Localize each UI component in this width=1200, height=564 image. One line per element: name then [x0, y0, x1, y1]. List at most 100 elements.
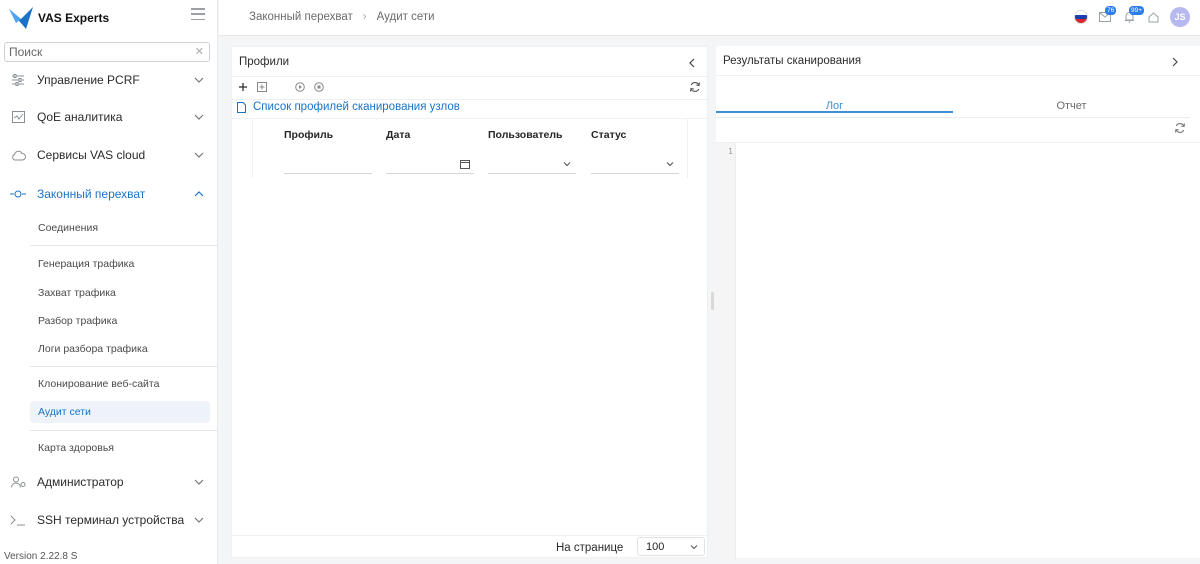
- stop-icon[interactable]: [312, 80, 326, 94]
- log-editor[interactable]: 1: [716, 142, 1200, 559]
- breadcrumb-separator-icon: ›: [362, 11, 367, 23]
- column-header-profile[interactable]: Профиль: [284, 129, 333, 141]
- version-label: Version 2.22.8 S: [4, 551, 78, 562]
- panel-resize-handle[interactable]: [711, 292, 714, 310]
- chevron-down-icon: [194, 77, 204, 83]
- sidebar-subitem-health-map[interactable]: Карта здоровья: [30, 437, 210, 459]
- refresh-icon[interactable]: [1174, 122, 1186, 134]
- active-tab-indicator: [716, 111, 953, 113]
- status-filter-select[interactable]: [591, 156, 679, 174]
- column-header-date[interactable]: Дата: [386, 129, 410, 141]
- hamburger-menu-icon[interactable]: [191, 8, 205, 20]
- logo-icon: [9, 7, 33, 29]
- breadcrumb-current: Аудит сети: [376, 11, 435, 23]
- admin-icon: [10, 474, 26, 490]
- header-actions: 76 99+ JS: [1074, 6, 1190, 27]
- editor-gutter: 1: [716, 143, 736, 559]
- column-header-user[interactable]: Пользователь: [488, 129, 562, 141]
- notifications-badge: 99+: [1129, 6, 1145, 15]
- panel-divider: [232, 76, 709, 77]
- play-icon[interactable]: [293, 80, 307, 94]
- chevron-down-icon: [666, 162, 674, 167]
- profiles-panel-title: Профили: [239, 56, 290, 68]
- chevron-down-icon: [194, 517, 204, 523]
- chevron-up-icon: [194, 191, 204, 197]
- sidebar-subitem-network-audit[interactable]: Аудит сети: [30, 401, 210, 423]
- scan-profiles-list-link[interactable]: Список профилей сканирования узлов: [237, 101, 460, 113]
- sidebar-item-label: SSH терминал устройства: [37, 513, 185, 527]
- sidebar-item-label: QoE аналитика: [37, 110, 123, 124]
- home-icon[interactable]: [1146, 10, 1160, 24]
- sidebar-subitem-traffic-parsing[interactable]: Разбор трафика: [30, 310, 210, 332]
- per-page-select[interactable]: 100: [637, 537, 705, 556]
- language-flag-icon[interactable]: [1074, 10, 1088, 24]
- sidebar-item-ssh-terminal[interactable]: SSH терминал устройства: [0, 502, 218, 538]
- add-icon[interactable]: [236, 80, 250, 94]
- user-filter-select[interactable]: [488, 156, 576, 174]
- results-tabs: Лог Отчет: [716, 98, 1190, 118]
- sidebar-item-pcrf[interactable]: Управление PCRF: [0, 62, 218, 98]
- sidebar-subitem-traffic-generation[interactable]: Генерация трафика: [30, 253, 210, 275]
- tab-report-label: Отчет: [1056, 100, 1087, 112]
- collapse-left-icon[interactable]: [687, 58, 697, 68]
- sidebar-item-label: Сервисы VAS cloud: [37, 148, 146, 162]
- sidebar-divider: [30, 366, 218, 367]
- chevron-down-icon: [194, 479, 204, 485]
- line-number: 1: [728, 147, 733, 156]
- sidebar-item-administrator[interactable]: Администратор: [0, 464, 218, 500]
- clear-search-icon[interactable]: ✕: [195, 45, 204, 58]
- expand-right-icon[interactable]: [1170, 57, 1180, 67]
- chevron-down-icon: [194, 114, 204, 120]
- column-header-status[interactable]: Статус: [591, 129, 626, 141]
- sliders-icon: [10, 72, 26, 88]
- per-page-value: 100: [646, 540, 665, 553]
- search-input[interactable]: [9, 45, 189, 59]
- profiles-panel: Профили Список профилей сканирования узл…: [231, 46, 709, 558]
- search-box: ✕: [4, 42, 210, 62]
- sidebar-item-label: Администратор: [37, 475, 124, 489]
- scan-results-title: Результаты сканирования: [723, 55, 862, 67]
- date-filter-input[interactable]: [386, 156, 474, 174]
- scan-results-panel: Результаты сканирования Лог Отчет 1: [716, 46, 1200, 559]
- intercept-icon: [10, 186, 26, 202]
- breadcrumb: Законный перехват › Аудит сети: [249, 11, 435, 23]
- tab-log[interactable]: Лог: [716, 100, 953, 113]
- logo-text: VAS Experts: [38, 11, 110, 25]
- sidebar-item-qoe[interactable]: QoE аналитика: [0, 99, 218, 135]
- scan-profiles-list-label: Список профилей сканирования узлов: [253, 101, 460, 113]
- profile-filter-input[interactable]: [284, 156, 372, 174]
- panel-divider: [232, 535, 709, 536]
- chevron-down-icon: [690, 545, 698, 550]
- sidebar-subitem-parsing-logs[interactable]: Логи разбора трафика: [30, 338, 210, 360]
- sidebar-item-label: Управление PCRF: [37, 73, 140, 87]
- refresh-icon[interactable]: [689, 81, 701, 93]
- profiles-table: Профиль Дата Пользователь Статус: [252, 118, 688, 178]
- sidebar-subitem-website-cloning[interactable]: Клонирование веб-сайта: [30, 373, 210, 395]
- sidebar-item-vas-cloud[interactable]: Сервисы VAS cloud: [0, 137, 218, 173]
- mail-icon[interactable]: 76: [1098, 6, 1117, 24]
- add-group-icon[interactable]: [255, 80, 269, 94]
- terminal-icon: [10, 512, 26, 528]
- sidebar-divider: [30, 245, 218, 246]
- top-bar: Законный перехват › Аудит сети 76 99+ JS: [219, 0, 1200, 36]
- mail-badge: 76: [1105, 6, 1117, 15]
- sidebar-item-lawful-intercept[interactable]: Законный перехват: [0, 176, 218, 212]
- profiles-toolbar: [236, 80, 331, 94]
- calendar-icon[interactable]: [460, 159, 470, 169]
- logo[interactable]: VAS Experts: [0, 0, 217, 36]
- document-icon: [237, 101, 246, 113]
- panel-divider: [232, 99, 709, 100]
- bell-icon[interactable]: 99+: [1122, 6, 1145, 24]
- sidebar-subitem-connections[interactable]: Соединения: [30, 217, 210, 239]
- breadcrumb-parent[interactable]: Законный перехват: [249, 11, 353, 23]
- per-page-label: На странице: [556, 542, 624, 554]
- chevron-down-icon: [563, 162, 571, 167]
- sidebar-divider: [30, 430, 218, 431]
- sidebar-item-label: Законный перехват: [37, 187, 146, 201]
- panel-divider: [716, 75, 1200, 76]
- tab-report[interactable]: Отчет: [953, 100, 1190, 112]
- cloud-icon: [10, 147, 26, 163]
- user-avatar[interactable]: JS: [1170, 7, 1190, 27]
- sidebar-subitem-traffic-capture[interactable]: Захват трафика: [30, 282, 210, 304]
